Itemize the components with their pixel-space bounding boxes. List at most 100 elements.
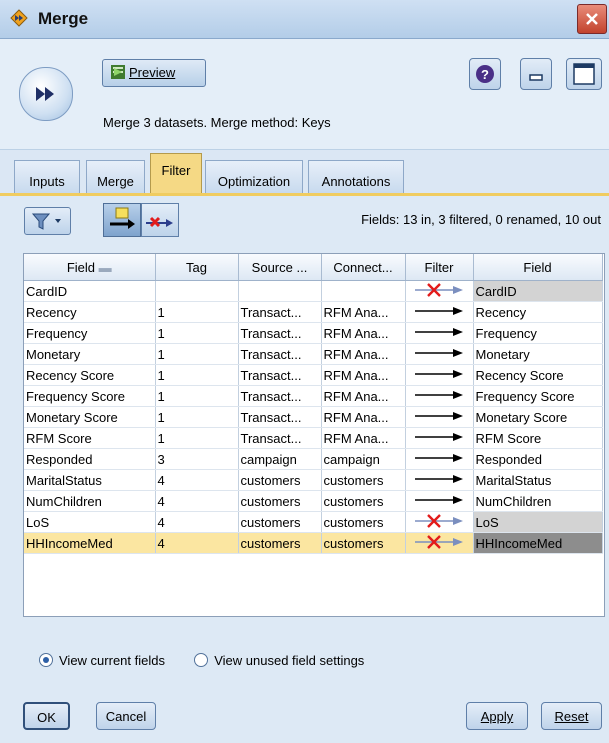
- connection-cell: campaign: [321, 448, 406, 470]
- radio-icon-selected[interactable]: [39, 653, 53, 667]
- view-current-fields-option[interactable]: View current fields: [39, 653, 165, 668]
- output-field-cell: RFM Score: [473, 427, 603, 449]
- help-icon: ?: [476, 65, 494, 83]
- arrow-right-icon: [415, 306, 463, 315]
- source-cell: Transact...: [238, 343, 322, 365]
- tag-cell: 4: [155, 490, 239, 512]
- field-name-cell: Frequency: [24, 322, 156, 344]
- filter-options-button[interactable]: [24, 207, 71, 235]
- tag-cell: 1: [155, 427, 239, 449]
- connection-cell: RFM Ana...: [321, 385, 406, 407]
- column-header-output-field[interactable]: Field: [473, 254, 603, 281]
- fields-summary: Fields: 13 in, 3 filtered, 0 renamed, 10…: [361, 212, 601, 227]
- column-header-filter[interactable]: Filter: [405, 254, 474, 281]
- column-header-tag[interactable]: Tag: [155, 254, 239, 281]
- column-header-field[interactable]: Field ▬: [24, 254, 156, 281]
- tab-annotations[interactable]: Annotations: [308, 160, 404, 193]
- connection-cell: customers: [321, 490, 406, 512]
- table-row[interactable]: CardID CardID: [24, 280, 603, 302]
- filter-toggle-cell[interactable]: [405, 511, 474, 533]
- connection-cell: [321, 280, 406, 302]
- filter-toggle-cell[interactable]: [405, 364, 474, 386]
- table-row[interactable]: Frequency Score 1 Transact... RFM Ana... Fre…: [24, 385, 603, 407]
- filter-toggle-cell[interactable]: [405, 343, 474, 365]
- table-row[interactable]: Recency 1 Transact... RFM Ana... Recency: [24, 301, 603, 323]
- filter-toggle-cell[interactable]: [405, 532, 474, 554]
- node-description: Merge 3 datasets. Merge method: Keys: [103, 115, 331, 130]
- connection-cell: RFM Ana...: [321, 427, 406, 449]
- filter-toggle-cell[interactable]: [405, 385, 474, 407]
- help-button[interactable]: ?: [469, 58, 501, 90]
- tab-inputs[interactable]: Inputs: [14, 160, 80, 193]
- tag-cell: 4: [155, 532, 239, 554]
- arrow-right-icon: [415, 369, 463, 378]
- tab-merge[interactable]: Merge: [86, 160, 145, 193]
- connection-cell: customers: [321, 469, 406, 491]
- reset-button[interactable]: Reset: [541, 702, 602, 730]
- table-row[interactable]: Monetary 1 Transact... RFM Ana... Monetary: [24, 343, 603, 365]
- source-cell: customers: [238, 511, 322, 533]
- ok-button[interactable]: OK: [23, 702, 70, 730]
- maximize-button[interactable]: [566, 58, 602, 90]
- radio-label: View unused field settings: [214, 653, 365, 668]
- output-field-cell: CardID: [473, 280, 603, 302]
- sort-icon: ▬: [98, 259, 112, 275]
- column-header-source[interactable]: Source ...: [238, 254, 322, 281]
- include-fields-toggle[interactable]: [141, 203, 179, 237]
- table-row[interactable]: NumChildren 4 customers customers NumChildre…: [24, 490, 603, 512]
- filter-toggle-cell[interactable]: [405, 490, 474, 512]
- table-row[interactable]: RFM Score 1 Transact... RFM Ana... RFM Score: [24, 427, 603, 449]
- arrow-right-icon: [415, 327, 463, 336]
- red-x-arrow-icon: [415, 534, 463, 549]
- tab-bar: Inputs Merge Filter Optimization Annotat…: [0, 150, 609, 194]
- source-cell: Transact...: [238, 385, 322, 407]
- minimize-button[interactable]: [520, 58, 552, 90]
- filter-toggle-cell[interactable]: [405, 280, 474, 302]
- apply-button[interactable]: Apply: [466, 702, 528, 730]
- source-cell: Transact...: [238, 301, 322, 323]
- preview-button[interactable]: Preview: [102, 59, 206, 87]
- connection-cell: RFM Ana...: [321, 406, 406, 428]
- source-cell: campaign: [238, 448, 322, 470]
- field-name-cell: Monetary: [24, 343, 156, 365]
- view-unused-settings-option[interactable]: View unused field settings: [194, 653, 364, 668]
- minimize-icon: [529, 74, 543, 81]
- arrow-right-icon: [415, 411, 463, 420]
- tab-filter[interactable]: Filter: [150, 153, 202, 194]
- table-row[interactable]: LoS 4 customers customers LoS: [24, 511, 603, 533]
- arrow-right-icon: [415, 348, 463, 357]
- filter-toggle-cell[interactable]: [405, 427, 474, 449]
- merge-arrows-icon: [19, 67, 73, 121]
- table-row[interactable]: Monetary Score 1 Transact... RFM Ana... Mone…: [24, 406, 603, 428]
- red-x-arrow-icon: [415, 513, 463, 528]
- table-row[interactable]: Responded 3 campaign campaign Responded: [24, 448, 603, 470]
- table-row[interactable]: HHIncomeMed 4 customers customers HHIncomeMe…: [24, 532, 603, 554]
- title-bar: Merge: [0, 0, 609, 39]
- arrow-right-icon: [415, 432, 463, 441]
- field-name-cell: RFM Score: [24, 427, 156, 449]
- output-field-cell: MaritalStatus: [473, 469, 603, 491]
- arrow-right-icon: [415, 453, 463, 462]
- window-title: Merge: [38, 9, 89, 28]
- table-row[interactable]: Recency Score 1 Transact... RFM Ana... Recen…: [24, 364, 603, 386]
- connection-cell: customers: [321, 532, 406, 554]
- close-icon: [586, 13, 598, 25]
- red-x-arrow-icon: [415, 282, 463, 297]
- filter-toggle-cell[interactable]: [405, 322, 474, 344]
- remove-fields-toggle[interactable]: [103, 203, 141, 237]
- tab-optimization[interactable]: Optimization: [205, 160, 303, 193]
- table-row[interactable]: MaritalStatus 4 customers customers MaritalS…: [24, 469, 603, 491]
- filter-toggle-cell[interactable]: [405, 301, 474, 323]
- radio-icon[interactable]: [194, 653, 209, 667]
- table-row[interactable]: Frequency 1 Transact... RFM Ana... Frequency: [24, 322, 603, 344]
- close-button[interactable]: [577, 4, 607, 34]
- field-name-cell: Monetary Score: [24, 406, 156, 428]
- filter-toggle-cell[interactable]: [405, 448, 474, 470]
- field-name-cell: CardID: [24, 280, 156, 302]
- filter-toggle-cell[interactable]: [405, 469, 474, 491]
- column-header-connection[interactable]: Connect...: [321, 254, 406, 281]
- filter-toggle-cell[interactable]: [405, 406, 474, 428]
- output-field-cell: Monetary Score: [473, 406, 603, 428]
- cancel-button[interactable]: Cancel: [96, 702, 156, 730]
- block-field-icon: [146, 216, 173, 228]
